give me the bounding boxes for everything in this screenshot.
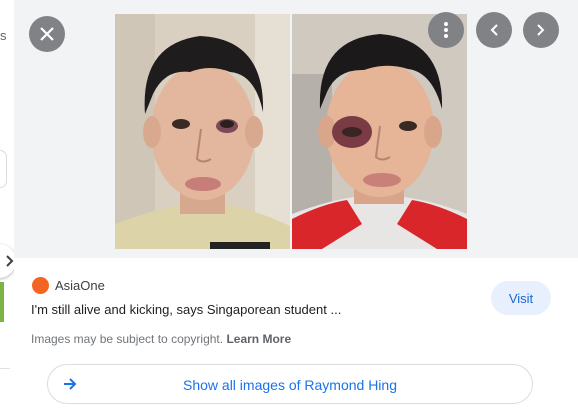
image-viewer xyxy=(14,0,578,258)
divider xyxy=(0,368,10,369)
copyright-text: Images may be subject to copyright. xyxy=(31,332,224,346)
visit-button[interactable]: Visit xyxy=(491,281,551,315)
next-image-button[interactable] xyxy=(523,12,559,48)
learn-more-link[interactable]: Learn More xyxy=(226,332,291,346)
chip-edge[interactable] xyxy=(0,150,7,188)
more-vert-icon xyxy=(444,22,448,38)
photo-left[interactable] xyxy=(115,14,290,249)
results-panel-edge: s xyxy=(0,0,14,411)
chevron-right-icon xyxy=(6,255,14,267)
source-row[interactable]: AsiaOne xyxy=(32,277,105,294)
show-all-images-button[interactable]: Show all images of Raymond Hing xyxy=(47,364,533,404)
close-button[interactable] xyxy=(29,16,65,52)
student-photo-injury xyxy=(292,14,467,249)
image-preview-panel: AsiaOne I'm still alive and kicking, say… xyxy=(14,0,578,411)
chevron-right-icon xyxy=(537,24,545,36)
thumbnail-edge[interactable] xyxy=(0,282,4,322)
student-photo-front xyxy=(115,14,290,249)
close-icon xyxy=(40,27,54,41)
show-all-label: Show all images of Raymond Hing xyxy=(183,377,397,393)
result-caption[interactable]: I'm still alive and kicking, says Singap… xyxy=(31,302,341,317)
previous-image-button[interactable] xyxy=(476,12,512,48)
asiaone-logo xyxy=(32,277,49,294)
chevron-left-icon xyxy=(490,24,498,36)
copyright-notice: Images may be subject to copyright. Lear… xyxy=(31,332,291,346)
source-name[interactable]: AsiaOne xyxy=(55,278,105,293)
truncated-text: s xyxy=(0,28,7,43)
photo-right[interactable] xyxy=(292,14,467,249)
more-options-button[interactable] xyxy=(428,12,464,48)
